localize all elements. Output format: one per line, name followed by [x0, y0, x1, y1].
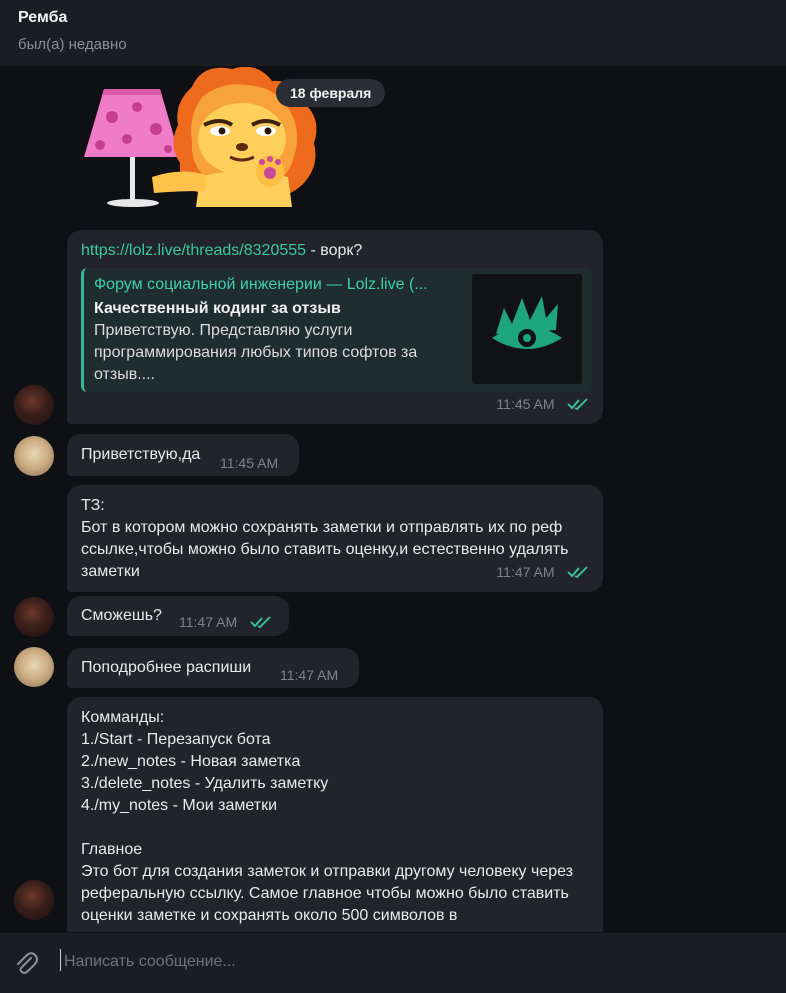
avatar-me[interactable]	[14, 597, 54, 637]
avatar-me[interactable]	[14, 880, 54, 920]
message-bubble-outgoing[interactable]: Комманды: 1./Start - Перезапуск бота 2./…	[67, 697, 603, 932]
message-list[interactable]: 18 февраля https://lolz.live/threads/832…	[0, 67, 786, 932]
message-text: Сможешь?	[81, 607, 162, 624]
message-time: 11:47 AM	[280, 667, 339, 683]
message-time: 11:47 AM	[496, 564, 555, 580]
text-cursor	[60, 949, 61, 971]
avatar-me[interactable]	[14, 385, 54, 425]
message-time: 11:47 AM	[179, 614, 238, 630]
message-time: 11:45 AM	[220, 455, 279, 471]
message-bubble-link[interactable]: https://lolz.live/threads/8320555 - ворк…	[67, 230, 603, 424]
chat-header[interactable]: Ремба был(а) недавно	[0, 0, 786, 67]
double-check-icon	[567, 566, 588, 579]
message-link[interactable]: https://lolz.live/threads/8320555	[81, 242, 306, 259]
contact-name[interactable]: Ремба	[18, 9, 67, 27]
message-bubble-outgoing[interactable]: ТЗ: Бот в котором можно сохранять заметк…	[67, 485, 603, 592]
message-time: 11:45 AM	[496, 396, 555, 412]
contact-status: был(а) недавно	[18, 36, 127, 53]
preview-description: Приветствую. Представляю услуги программ…	[94, 322, 418, 383]
preview-thumbnail-eye-icon	[472, 274, 582, 384]
avatar-contact[interactable]	[14, 436, 54, 476]
paperclip-icon[interactable]	[12, 949, 40, 977]
message-text: - ворк?	[306, 242, 363, 259]
double-check-icon	[567, 398, 588, 411]
link-preview[interactable]: Форум социальной инженерии — Lolz.live (…	[81, 268, 592, 392]
message-input[interactable]	[62, 947, 766, 977]
message-text: Приветствую,да	[81, 446, 201, 463]
double-check-icon	[249, 616, 271, 629]
message-bubble-outgoing[interactable]: Сможешь? 11:47 AM	[67, 596, 289, 636]
message-text: Комманды: 1./Start - Перезапуск бота 2./…	[81, 709, 573, 924]
preview-site-name: Форум социальной инженерии — Lolz.live (…	[94, 276, 428, 293]
message-bubble-incoming[interactable]: Приветствую,да 11:45 AM	[67, 434, 299, 476]
avatar-contact[interactable]	[14, 647, 54, 687]
message-text: Поподробнее распиши	[81, 659, 252, 676]
preview-title: Качественный кодинг за отзыв	[94, 300, 341, 317]
date-divider: 18 февраля	[276, 79, 386, 107]
message-bubble-incoming[interactable]: Поподробнее распиши 11:47 AM	[67, 648, 359, 688]
message-composer	[0, 932, 786, 993]
